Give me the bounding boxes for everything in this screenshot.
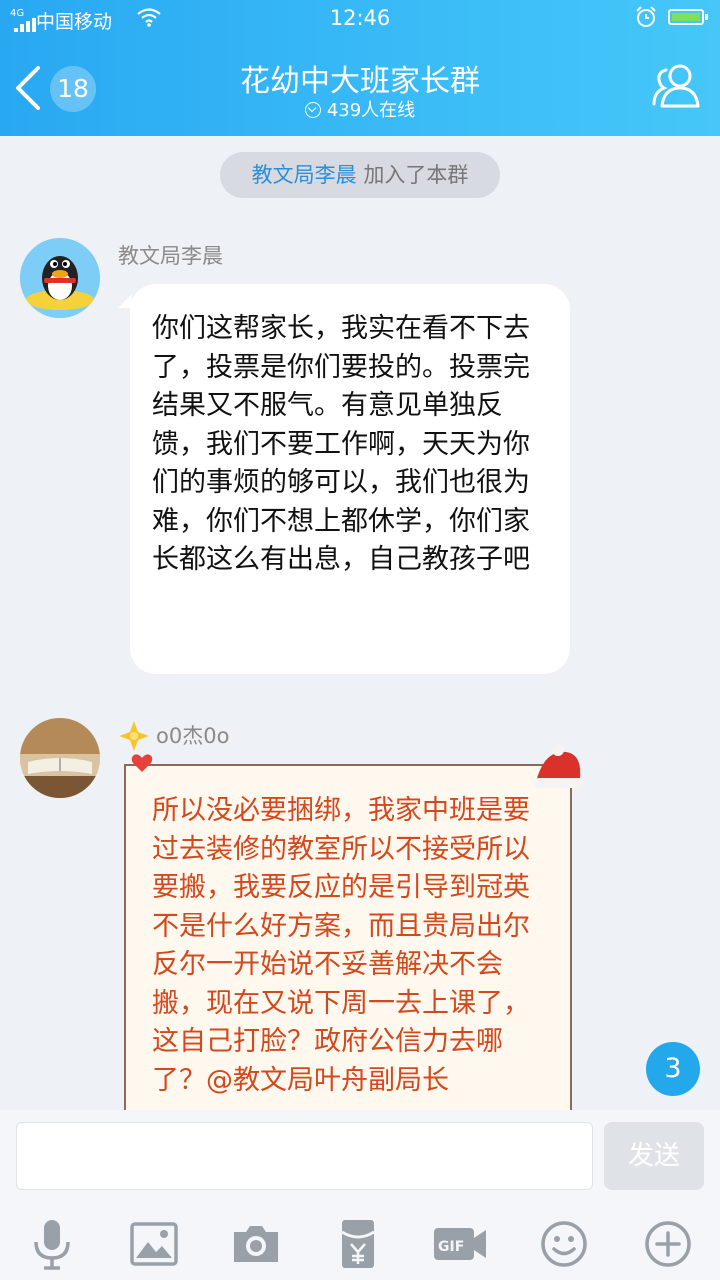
message-bubble[interactable]: 你们这帮家长，我实在看不下去了，投票是你们要投的。投票完结果又不服气。有意见单独… [130, 284, 570, 674]
alarm-icon [636, 6, 656, 27]
penguin-avatar-icon [20, 238, 100, 318]
join-text: 加入了本群 [356, 163, 469, 187]
image-icon[interactable] [124, 1214, 184, 1274]
input-bar: 发送 GIF [0, 1110, 720, 1280]
avatar[interactable] [20, 718, 100, 798]
camera-icon[interactable] [226, 1214, 286, 1274]
battery-icon [668, 9, 708, 25]
mic-icon[interactable] [22, 1214, 82, 1274]
avatar[interactable] [20, 238, 100, 318]
gif-icon[interactable]: GIF [430, 1214, 490, 1274]
message-text: 你们这帮家长，我实在看不下去了，投票是你们要投的。投票完结果又不服气。有意见单独… [152, 313, 530, 575]
message-input[interactable] [16, 1122, 593, 1190]
chevron-down-icon [304, 102, 321, 118]
heart-icon [131, 754, 153, 772]
clock: 12:46 [329, 6, 391, 30]
sender-name: 教文局李晨 [118, 244, 223, 268]
system-join-notice: 教文局李晨 加入了本群 [220, 152, 500, 198]
santa-hat-icon [534, 744, 584, 788]
input-toolbar: GIF [0, 1214, 720, 1274]
sender-name: o0杰0o [156, 724, 230, 748]
new-messages-badge[interactable]: 3 [646, 1042, 700, 1096]
svg-text:GIF: GIF [438, 1239, 464, 1255]
vip-star-icon [119, 721, 149, 751]
red-packet-icon[interactable] [328, 1214, 388, 1274]
online-count-text: 439人在线 [326, 100, 416, 121]
online-count[interactable]: 439人在线 [0, 96, 720, 122]
joined-user-link[interactable]: 教文局李晨 [252, 163, 357, 187]
message-text: 所以没必要捆绑，我家中班是要过去装修的教室所以不接受所以要搬，我要反应的是引导到… [152, 795, 530, 1096]
emoji-icon[interactable] [534, 1214, 594, 1274]
book-avatar-icon [20, 718, 100, 798]
plus-icon[interactable] [638, 1214, 698, 1274]
chat-header: 4G 中国移动 12:46 18 花幼中大班家长群 439人在线 [0, 0, 720, 136]
group-title[interactable]: 花幼中大班家长群 [0, 56, 720, 100]
status-bar: 4G 中国移动 12:46 [0, 0, 720, 38]
group-members-icon[interactable] [650, 62, 704, 110]
send-button[interactable]: 发送 [604, 1122, 704, 1190]
message-bubble[interactable]: 所以没必要捆绑，我家中班是要过去装修的教室所以不接受所以要搬，我要反应的是引导到… [124, 764, 572, 1144]
